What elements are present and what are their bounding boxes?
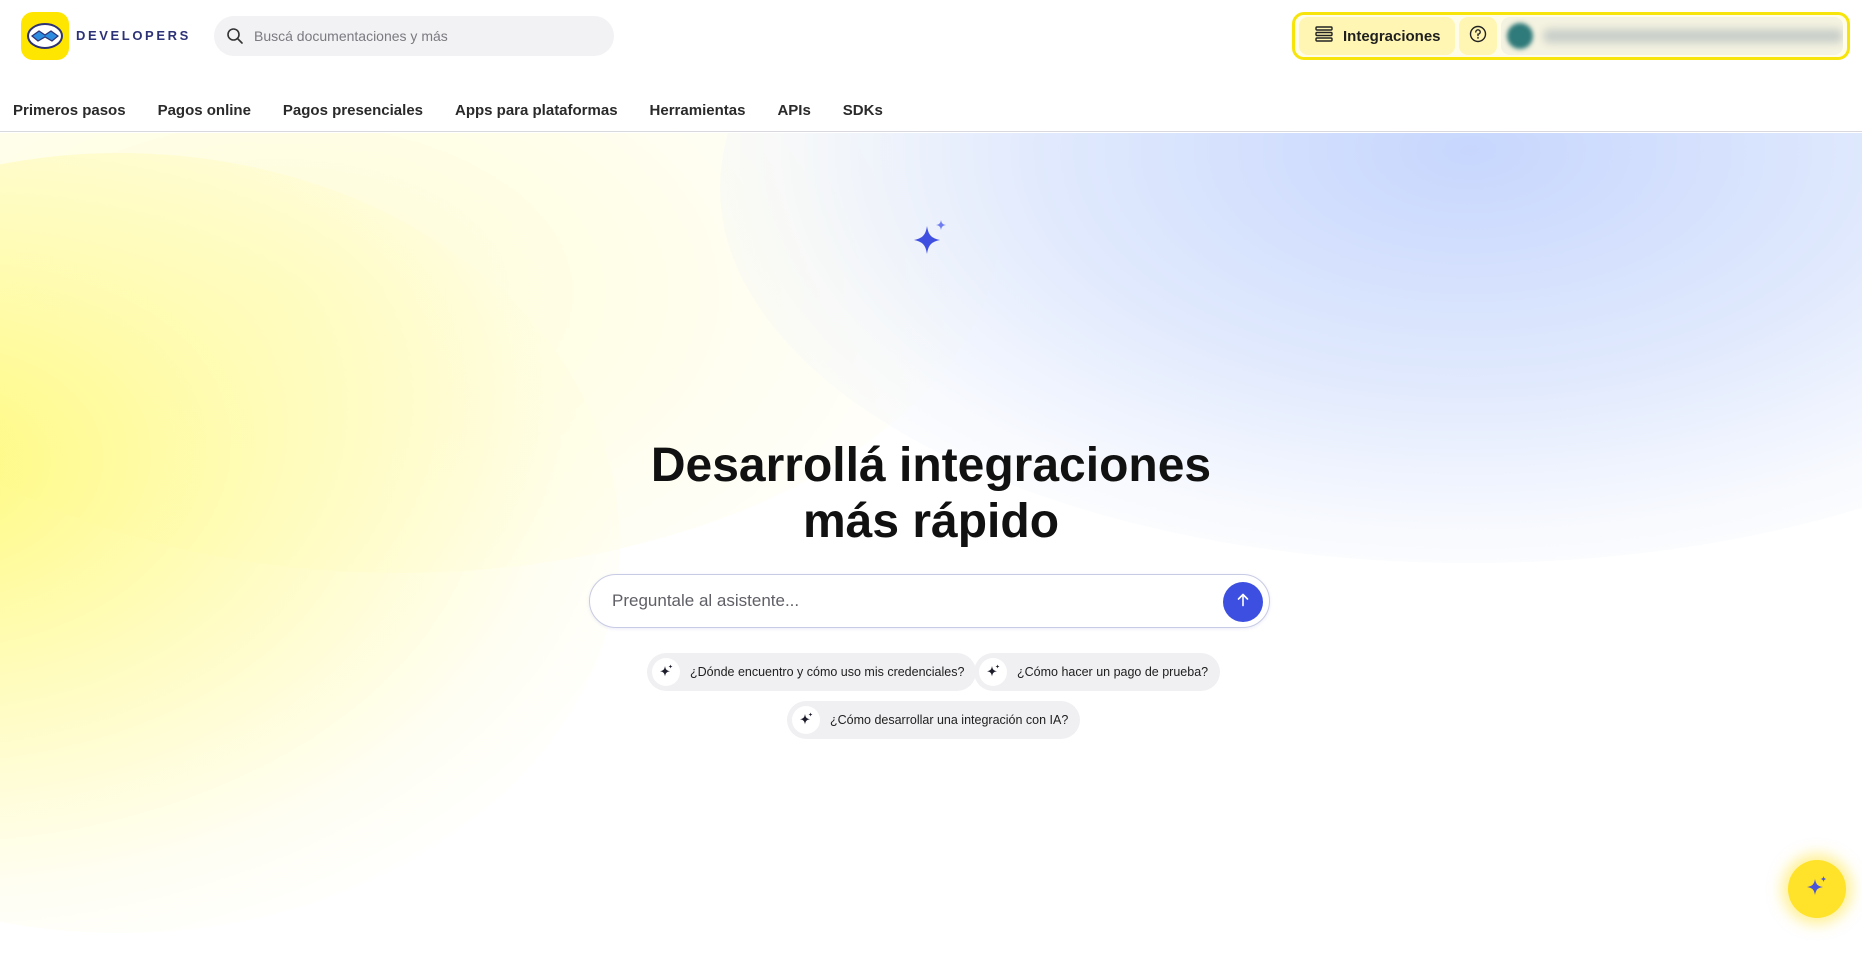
question-circle-icon <box>1469 25 1487 48</box>
sparkle-icon <box>1804 874 1830 905</box>
send-button[interactable] <box>1223 582 1263 622</box>
mercadopago-logo-icon[interactable] <box>21 12 69 60</box>
suggestion-chip[interactable]: ¿Cómo hacer un pago de prueba? <box>974 653 1221 691</box>
sparkle-icon <box>979 658 1007 686</box>
suggestion-label: ¿Cómo hacer un pago de prueba? <box>1017 665 1209 679</box>
avatar <box>1506 23 1533 49</box>
sparkle-icon <box>652 658 680 686</box>
suggestion-label: ¿Dónde encuentro y cómo uso mis credenci… <box>690 665 965 679</box>
nav-item-primeros-pasos[interactable]: Primeros pasos <box>13 102 126 119</box>
suggestion-label: ¿Cómo desarrollar una integración con IA… <box>830 713 1069 727</box>
arrow-up-icon <box>1235 592 1251 613</box>
account-name-redacted <box>1542 29 1843 43</box>
assistant-input-box <box>589 574 1270 628</box>
page-title-line2: más rápido <box>802 495 1060 548</box>
account-toolbar: Integraciones <box>1292 12 1850 60</box>
nav-item-herramientas[interactable]: Herramientas <box>650 102 746 119</box>
account-menu[interactable] <box>1500 17 1843 55</box>
main-nav: Primeros pasos Pagos online Pagos presen… <box>0 90 1862 132</box>
suggestion-chip[interactable]: ¿Cómo desarrollar una integración con IA… <box>787 701 1081 739</box>
nav-item-pagos-presenciales[interactable]: Pagos presenciales <box>283 102 423 119</box>
sparkle-icon <box>908 218 954 264</box>
integrations-button[interactable]: Integraciones <box>1299 17 1455 55</box>
assistant-input[interactable] <box>612 591 1192 611</box>
brand-wordmark[interactable]: DEVELOPERS <box>76 28 191 43</box>
help-button[interactable] <box>1458 17 1497 55</box>
nav-item-sdks[interactable]: SDKs <box>843 102 883 119</box>
nav-item-apps-plataformas[interactable]: Apps para plataformas <box>455 102 618 119</box>
search-input[interactable] <box>254 28 594 44</box>
page-title: Desarrollá integraciones más rápido <box>531 438 1331 550</box>
page-title-line1: Desarrollá integraciones <box>650 439 1212 492</box>
search-icon <box>226 27 244 45</box>
nav-item-apis[interactable]: APIs <box>777 102 810 119</box>
top-header: DEVELOPERS Integraciones <box>0 0 1862 74</box>
sparkle-icon <box>792 706 820 734</box>
integrations-icon <box>1315 26 1333 46</box>
assistant-fab-button[interactable] <box>1788 860 1846 918</box>
integrations-label: Integraciones <box>1343 27 1441 45</box>
search-bar[interactable] <box>214 16 614 56</box>
nav-item-pagos-online[interactable]: Pagos online <box>158 102 251 119</box>
suggestion-chip[interactable]: ¿Dónde encuentro y cómo uso mis credenci… <box>647 653 977 691</box>
